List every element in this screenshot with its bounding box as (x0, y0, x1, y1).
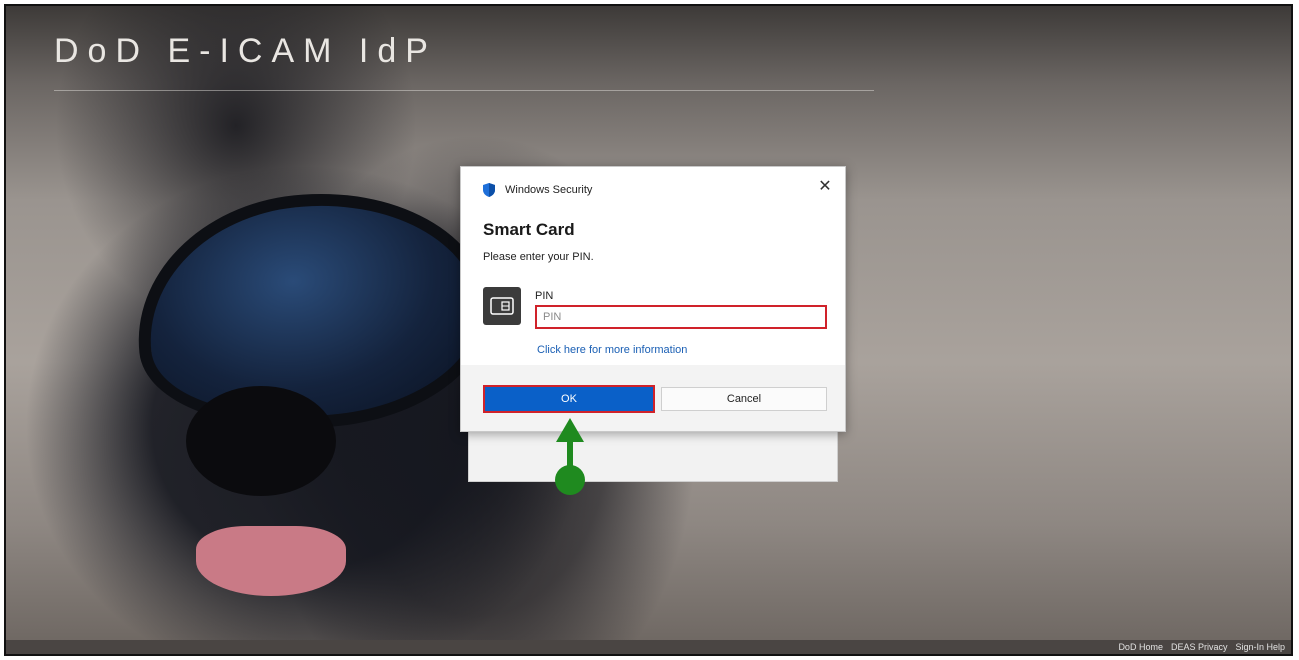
dialog-title: Smart Card (483, 220, 575, 239)
dialog-button-bar: OK Cancel (461, 365, 845, 431)
close-icon: ✕ (818, 178, 832, 195)
footer-link-dod-home[interactable]: DoD Home (1118, 642, 1163, 652)
more-info-link[interactable]: Click here for more information (537, 344, 687, 356)
login-panel-behind (468, 426, 838, 482)
cancel-button[interactable]: Cancel (661, 387, 827, 411)
dog-nose-image (186, 386, 336, 496)
dialog-app-name: Windows Security (505, 184, 593, 196)
pointer-arrow-icon (555, 418, 585, 495)
page-title: DoD E-ICAM IdP (54, 32, 437, 70)
smart-card-icon (483, 287, 521, 325)
dialog-message: Please enter your PIN. (483, 251, 594, 263)
shield-icon (483, 183, 495, 197)
title-divider (54, 90, 874, 91)
windows-security-dialog: Windows Security ✕ Smart Card Please ent… (460, 166, 846, 432)
page-footer: DoD Home DEAS Privacy Sign-In Help (6, 640, 1291, 654)
screenshot-frame: DoD E-ICAM IdP Windows Security ✕ Smart … (4, 4, 1293, 656)
dog-tongue-image (196, 526, 346, 596)
pin-label: PIN (535, 290, 554, 302)
ok-button[interactable]: OK (483, 385, 655, 413)
footer-link-help[interactable]: Sign-In Help (1235, 642, 1285, 652)
dialog-header: Windows Security (483, 181, 592, 199)
footer-link-privacy[interactable]: DEAS Privacy (1171, 642, 1228, 652)
close-button[interactable]: ✕ (815, 177, 835, 197)
pin-input[interactable] (535, 305, 827, 329)
